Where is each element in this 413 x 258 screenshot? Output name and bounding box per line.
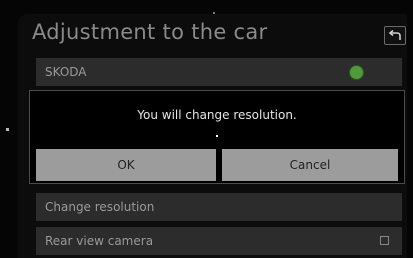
back-arrow-icon <box>388 29 401 40</box>
list-item-label: Change resolution <box>45 200 155 214</box>
indicator-dot <box>6 128 9 131</box>
dialog-cursor-dot <box>216 135 218 137</box>
confirm-dialog: You will change resolution. OK Cancel <box>29 90 405 184</box>
back-button[interactable] <box>384 26 406 45</box>
ok-button[interactable]: OK <box>36 149 216 181</box>
cancel-button[interactable]: Cancel <box>222 149 398 181</box>
list-item-skoda[interactable]: SKODA <box>36 58 402 86</box>
list-item-label: SKODA <box>45 65 87 79</box>
list-item-change-resolution[interactable]: Change resolution <box>36 193 402 221</box>
skoda-logo-icon <box>349 65 364 80</box>
camera-dot <box>213 12 215 14</box>
list-item-label: Rear view camera <box>45 234 154 248</box>
rear-camera-checkbox[interactable] <box>380 236 389 245</box>
dialog-message: You will change resolution. <box>137 108 297 122</box>
page-title: Adjustment to the car <box>32 20 268 44</box>
list-item-rear-camera[interactable]: Rear view camera <box>36 227 402 255</box>
